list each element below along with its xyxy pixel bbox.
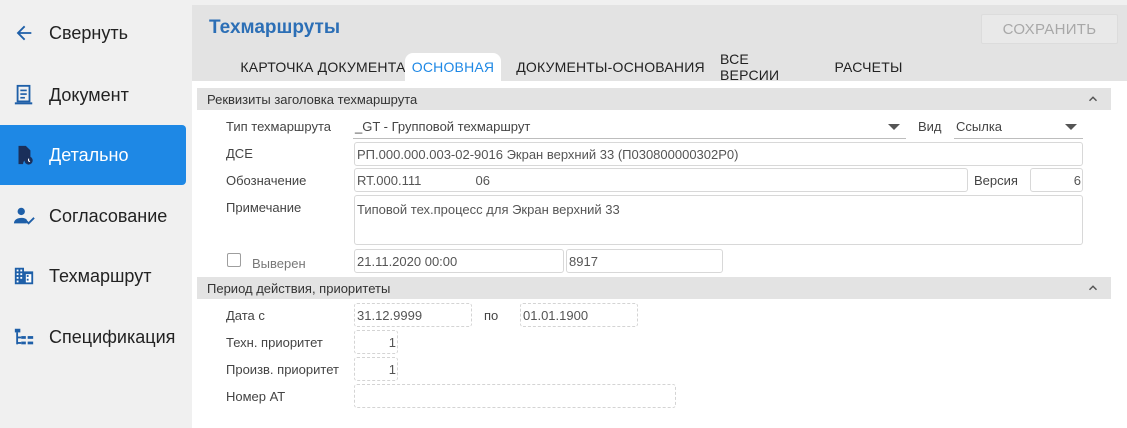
chevron-down-icon <box>888 124 900 130</box>
tab-document-card[interactable]: КАРТОЧКА ДОКУМЕНТА <box>220 53 426 81</box>
document-icon <box>12 83 36 107</box>
sidebar-item-collapse[interactable]: Свернуть <box>0 3 186 63</box>
sidebar-item-label: Согласование <box>49 205 168 226</box>
route-type-value: _GT - Групповой техмаршрут <box>355 119 531 134</box>
sidebar-item-label: Спецификация <box>49 326 176 347</box>
sidebar-item-label: Свернуть <box>49 22 128 43</box>
sidebar-item-specification[interactable]: Спецификация <box>0 307 186 367</box>
file-clock-icon <box>12 143 36 167</box>
save-button[interactable]: СОХРАНИТЬ <box>981 14 1118 44</box>
header: Техмаршруты СОХРАНИТЬ КАРТОЧКА ДОКУМЕНТА… <box>192 5 1127 83</box>
chevron-up-icon[interactable] <box>1086 281 1100 300</box>
version-label: Версия <box>974 173 1018 188</box>
at-number-label: Номер АТ <box>226 389 286 404</box>
note-label: Примечание <box>226 200 302 215</box>
tree-list-icon <box>12 325 36 349</box>
prod-priority-field[interactable]: 1 <box>354 357 398 381</box>
section-title: Период действия, приоритеты <box>207 281 391 296</box>
tab-main[interactable]: ОСНОВНАЯ <box>405 53 501 81</box>
sidebar-item-approval[interactable]: Согласование <box>0 186 186 246</box>
route-type-select[interactable]: _GT - Групповой техмаршрут <box>353 115 906 139</box>
tab-calculations[interactable]: РАСЧЕТЫ <box>832 53 905 81</box>
sidebar: Свернуть Документ Детально Согласование … <box>0 0 190 428</box>
sidebar-item-details[interactable]: Детально <box>0 125 186 185</box>
chevron-up-icon[interactable] <box>1086 92 1100 111</box>
dse-label: ДСЕ <box>226 146 253 161</box>
verified-checkbox[interactable] <box>227 253 241 267</box>
version-field[interactable]: 6 <box>1030 168 1083 192</box>
designation-label: Обозначение <box>226 173 307 188</box>
kind-value: Ссылка <box>956 119 1003 134</box>
dse-field[interactable]: РП.000.000.003-02-9016 Экран верхний 33 … <box>354 142 1083 166</box>
date-from-label: Дата с <box>226 308 265 323</box>
arrow-left-icon <box>12 21 36 45</box>
sidebar-item-label: Детально <box>49 144 129 165</box>
section-title: Реквизиты заголовка техмаршрута <box>207 92 418 107</box>
verified-label: Выверен <box>252 256 306 271</box>
sidebar-item-label: Документ <box>49 84 129 105</box>
kind-label: Вид <box>918 119 942 134</box>
kind-select[interactable]: Ссылка <box>954 115 1083 139</box>
sidebar-item-label: Техмаршрут <box>49 265 152 286</box>
verified-date-field[interactable]: 21.11.2020 00:00 <box>354 249 564 273</box>
sidebar-item-tech-route[interactable]: Техмаршрут <box>0 246 186 306</box>
page-title: Техмаршруты <box>209 17 341 38</box>
main-panel: Техмаршруты СОХРАНИТЬ КАРТОЧКА ДОКУМЕНТА… <box>192 5 1127 428</box>
chevron-down-icon <box>1065 124 1077 130</box>
tab-base-documents[interactable]: ДОКУМЕНТЫ-ОСНОВАНИЯ <box>513 53 708 81</box>
section-header-requisites[interactable]: Реквизиты заголовка техмаршрута <box>197 88 1111 110</box>
verified-code-field[interactable]: 8917 <box>566 249 723 273</box>
section-header-period[interactable]: Период действия, приоритеты <box>197 277 1111 299</box>
tech-priority-label: Техн. приоритет <box>226 335 323 350</box>
sidebar-item-document[interactable]: Документ <box>0 65 186 125</box>
note-field[interactable]: Типовой тех.процесс для Экран верхний 33 <box>354 195 1083 245</box>
date-to-label: по <box>484 308 499 323</box>
tech-priority-field[interactable]: 1 <box>354 330 398 354</box>
designation-field[interactable]: RT.000.111 06 <box>354 168 968 192</box>
at-number-field[interactable] <box>354 384 676 408</box>
route-type-label: Тип техмаршрута <box>226 119 331 134</box>
date-from-field[interactable]: 31.12.9999 <box>354 303 472 327</box>
user-check-icon <box>12 204 36 228</box>
tab-all-versions[interactable]: ВСЕ ВЕРСИИ <box>720 51 812 83</box>
date-to-field[interactable]: 01.01.1900 <box>520 303 638 327</box>
building-icon <box>12 264 36 288</box>
prod-priority-label: Произв. приоритет <box>226 362 339 377</box>
